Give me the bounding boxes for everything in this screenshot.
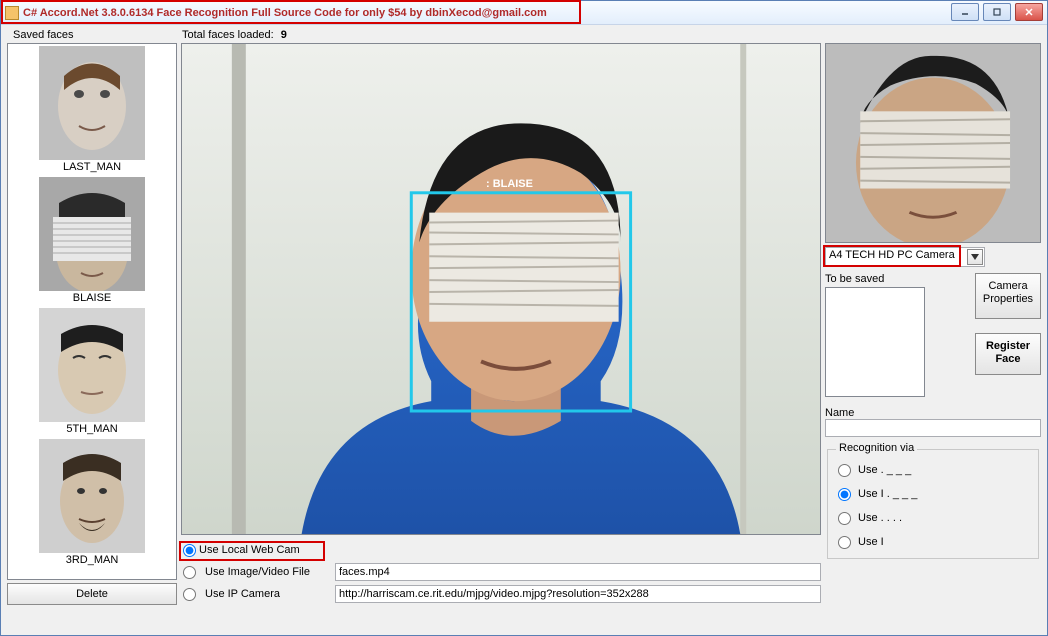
source-file-radio[interactable] bbox=[183, 566, 196, 579]
source-ip-radio[interactable] bbox=[183, 588, 196, 601]
title-bar: C# Accord.Net 3.8.0.6134 Face Recognitio… bbox=[1, 1, 1047, 25]
camera-properties-button[interactable]: Camera Properties bbox=[975, 273, 1041, 319]
recognition-radio-2[interactable] bbox=[838, 512, 851, 525]
face-preview bbox=[825, 43, 1041, 243]
source-webcam-label: Use Local Web Cam bbox=[199, 544, 300, 556]
source-file-label: Use Image/Video File bbox=[205, 566, 329, 578]
register-face-button[interactable]: Register Face bbox=[975, 333, 1041, 375]
source-file-input[interactable] bbox=[335, 563, 821, 581]
list-item[interactable]: 5TH_MAN bbox=[39, 308, 145, 435]
to-be-saved-preview bbox=[825, 287, 925, 397]
camera-select[interactable]: A4 TECH HD PC Camera bbox=[825, 247, 985, 267]
source-webcam-radio[interactable] bbox=[183, 544, 196, 557]
app-window: C# Accord.Net 3.8.0.6134 Face Recognitio… bbox=[0, 0, 1048, 636]
recognition-radio-3[interactable] bbox=[838, 536, 851, 549]
delete-button[interactable]: Delete bbox=[7, 583, 177, 605]
list-item[interactable]: 3RD_MAN bbox=[39, 439, 145, 566]
app-icon bbox=[5, 6, 19, 20]
source-ip-input[interactable] bbox=[335, 585, 821, 603]
name-label: Name bbox=[825, 407, 1041, 419]
face-thumb bbox=[39, 46, 145, 160]
total-faces-count: 9 bbox=[281, 29, 287, 41]
to-be-saved-label: To be saved bbox=[825, 273, 969, 285]
source-ip-label: Use IP Camera bbox=[205, 588, 329, 600]
face-thumb bbox=[39, 308, 145, 422]
face-thumb bbox=[39, 439, 145, 553]
minimize-button[interactable] bbox=[951, 3, 979, 21]
saved-faces-list[interactable]: LAST_MAN bbox=[7, 43, 177, 580]
close-button[interactable] bbox=[1015, 3, 1043, 21]
recognition-group: Recognition via Use . _ _ _ Use I . _ _ … bbox=[827, 449, 1039, 559]
recognition-legend: Recognition via bbox=[836, 442, 917, 454]
recognition-radio-0[interactable] bbox=[838, 464, 851, 477]
saved-faces-label: Saved faces bbox=[7, 29, 182, 41]
window-title: C# Accord.Net 3.8.0.6134 Face Recognitio… bbox=[23, 7, 547, 19]
list-item[interactable]: BLAISE bbox=[39, 177, 145, 304]
recognition-radio-1[interactable] bbox=[838, 488, 851, 501]
face-thumb bbox=[39, 177, 145, 291]
detected-name-overlay: : BLAISE bbox=[486, 178, 533, 190]
camera-selected-text: A4 TECH HD PC Camera bbox=[829, 249, 955, 261]
total-faces-label: Total faces loaded: 9 bbox=[182, 29, 287, 41]
name-input[interactable] bbox=[825, 419, 1041, 437]
chevron-down-icon[interactable] bbox=[967, 249, 983, 265]
maximize-button[interactable] bbox=[983, 3, 1011, 21]
list-item[interactable]: LAST_MAN bbox=[39, 46, 145, 173]
video-feed: : BLAISE bbox=[181, 43, 821, 535]
